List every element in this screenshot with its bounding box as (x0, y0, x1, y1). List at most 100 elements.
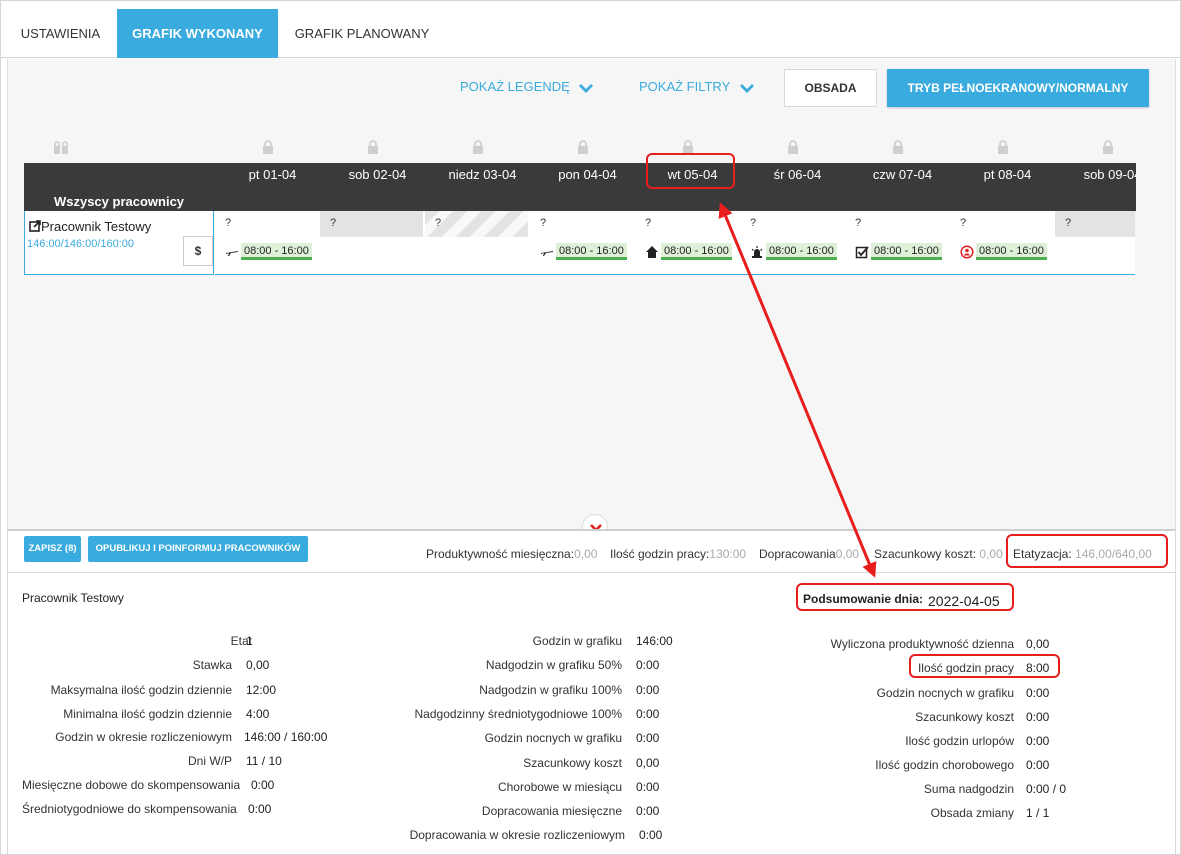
annotation-box (909, 654, 1060, 678)
stat-value: 0:00 / 0 (1026, 782, 1067, 796)
stat-value: 146:00 / 160:00 (244, 730, 328, 744)
tab-ustawienia[interactable]: USTAWIENIA (9, 9, 112, 58)
estimated-cost: Szacunkowy koszt: 0,00 (874, 547, 1003, 561)
estimated-cost-label: Szacunkowy koszt: (874, 547, 977, 561)
home-icon (646, 245, 658, 258)
day-status-cell[interactable]: ? (320, 211, 424, 237)
stat-value: 0:00 (636, 780, 660, 794)
shift-block[interactable]: 08:00 - 16:00 (225, 243, 312, 265)
overtime-total: Dopracowania0,00 (759, 547, 859, 561)
schedule-area: POKAŻ LEGENDĘ POKAŻ FILTRY OBSADA TRYB P… (7, 59, 1176, 540)
day-header[interactable]: pt 01-04 (220, 167, 325, 182)
stat-label: Chorobowe w miesiącu (497, 780, 622, 794)
day-status-cell[interactable]: ? (845, 211, 949, 237)
day-status-cell[interactable]: ? (425, 211, 529, 237)
day-status-cell[interactable]: ? (635, 211, 739, 237)
lock-icon[interactable] (365, 139, 381, 155)
shift-block[interactable]: 08:00 - 16:00 (645, 243, 732, 265)
stat-value: 146:00 (636, 634, 673, 648)
tab-grafik-planowany[interactable]: GRAFIK PLANOWANY (283, 9, 441, 58)
day-header[interactable]: niedz 03-04 (430, 167, 535, 182)
stat-value: 0,00 (636, 756, 660, 770)
alarm-icon (751, 245, 763, 258)
stat-label: Obsada zmiany (930, 806, 1014, 820)
day-status-cell[interactable]: ? (950, 211, 1054, 237)
show-legend-label: POKAŻ LEGENDĘ (460, 79, 570, 94)
stat-value: 0:00 (636, 658, 660, 672)
shift-time: 08:00 - 16:00 (241, 243, 312, 260)
stat-label: Dopracowania miesięczne (481, 804, 622, 818)
lock-icon[interactable] (260, 139, 276, 155)
action-bar: ZAPISZ (8) OPUBLIKUJ I POINFORMUJ PRACOW… (8, 531, 1175, 573)
day-header[interactable]: pon 04-04 (535, 167, 640, 182)
day-header[interactable]: sob 02-04 (325, 167, 430, 182)
stat-label: Nadgodzin w grafiku 50% (485, 658, 622, 672)
stat-label: Godzin w grafiku (532, 634, 622, 648)
shift-block[interactable]: 08:00 - 16:00 (750, 243, 837, 265)
stat-value: 12:00 (246, 683, 277, 697)
fullscreen-toggle-button[interactable]: TRYB PEŁNOEKRANOWY/NORMALNY (887, 69, 1149, 107)
lock-icon[interactable] (575, 139, 591, 155)
stat-value: 0:00 (1026, 710, 1050, 724)
all-employees-header: Wszyscy pracownicy (24, 189, 214, 211)
stat-value: 0:00 (636, 731, 660, 745)
employee-hours: 146:00/146:00/160:00 (27, 238, 135, 250)
stat-label: Maksymalna ilość godzin dziennie (50, 683, 232, 697)
show-filters-label: POKAŻ FILTRY (639, 79, 731, 94)
stat-label: Ilość godzin chorobowego (875, 758, 1014, 772)
day-header[interactable]: czw 07-04 (850, 167, 955, 182)
work-hours-total-label: Ilość godzin pracy: (610, 547, 710, 561)
lock-icon[interactable] (1100, 139, 1116, 155)
publish-button[interactable]: OPUBLIKUJ I POINFORMUJ PRACOWNIKÓW (88, 536, 308, 562)
employee-name-link[interactable]: Pracownik Testowy (29, 219, 151, 234)
save-button[interactable]: ZAPISZ (8) (24, 536, 81, 562)
work-hours-total: Ilość godzin pracy:130:00 (610, 547, 746, 561)
tab-grafik-wykonany[interactable]: GRAFIK WYKONANY (117, 9, 278, 58)
stat-label: Średniotygodniowe do skompensowania (22, 802, 237, 816)
stat-value: 11 / 10 (246, 754, 282, 768)
shift-time: 08:00 - 16:00 (661, 243, 732, 260)
shift-block[interactable]: 08:00 - 16:00 (855, 243, 942, 265)
plane-icon (541, 250, 553, 256)
stat-label: Godzin w okresie rozliczeniowym (55, 730, 232, 744)
lock-icon[interactable] (890, 139, 906, 155)
lock-icon[interactable] (53, 139, 69, 155)
day-header[interactable]: pt 08-04 (955, 167, 1060, 182)
person-circle-icon (960, 244, 974, 259)
day-status-cell[interactable]: ? (530, 211, 634, 237)
obsada-button[interactable]: OBSADA (784, 69, 877, 107)
shift-time: 08:00 - 16:00 (556, 243, 627, 260)
day-header[interactable]: sob 09-04 (1060, 167, 1136, 182)
stat-label: Godzin nocnych w grafiku (484, 731, 622, 745)
day-status-cell[interactable]: ? (1055, 211, 1135, 237)
stat-value: 0:00 (1026, 734, 1050, 748)
stat-value: 0:00 (636, 683, 660, 697)
stat-value: 0:00 (639, 828, 663, 842)
chevron-down-icon (739, 83, 754, 93)
overtime-total-value: 0,00 (835, 547, 860, 561)
day-header[interactable]: śr 06-04 (745, 167, 850, 182)
shift-block[interactable]: 08:00 - 16:00 (540, 243, 627, 265)
lock-icon[interactable] (470, 139, 486, 155)
stat-label: Stawka (192, 658, 232, 672)
stat-label: Szacunkowy koszt (523, 756, 622, 770)
day-status-cell[interactable]: ? (740, 211, 844, 237)
stat-label: Nadgodzin w grafiku 100% (479, 683, 622, 697)
estimated-cost-value: 0,00 (979, 547, 1003, 561)
rate-button[interactable]: $ (183, 236, 213, 266)
show-legend-link[interactable]: POKAŻ LEGENDĘ (460, 79, 594, 94)
lock-icon[interactable] (995, 139, 1011, 155)
monthly-productivity-label: Produktywność miesięczna: (426, 547, 575, 561)
stat-value: 0:00 (636, 804, 660, 818)
shift-time: 08:00 - 16:00 (766, 243, 837, 260)
shift-block[interactable]: 08:00 - 16:00 (960, 243, 1047, 265)
lock-icon[interactable] (785, 139, 801, 155)
stat-label: Wyliczona produktywność dzienna (830, 637, 1014, 651)
employee-name: Pracownik Testowy (41, 219, 152, 234)
show-filters-link[interactable]: POKAŻ FILTRY (639, 79, 754, 94)
stat-label: Suma nadgodzin (923, 782, 1014, 796)
employee-title: Pracownik Testowy (22, 591, 124, 605)
bottom-panel: ZAPISZ (8) OPUBLIKUJ I POINFORMUJ PRACOW… (7, 529, 1176, 854)
day-status-cell[interactable]: ? (215, 211, 319, 237)
annotation-box (646, 153, 735, 189)
